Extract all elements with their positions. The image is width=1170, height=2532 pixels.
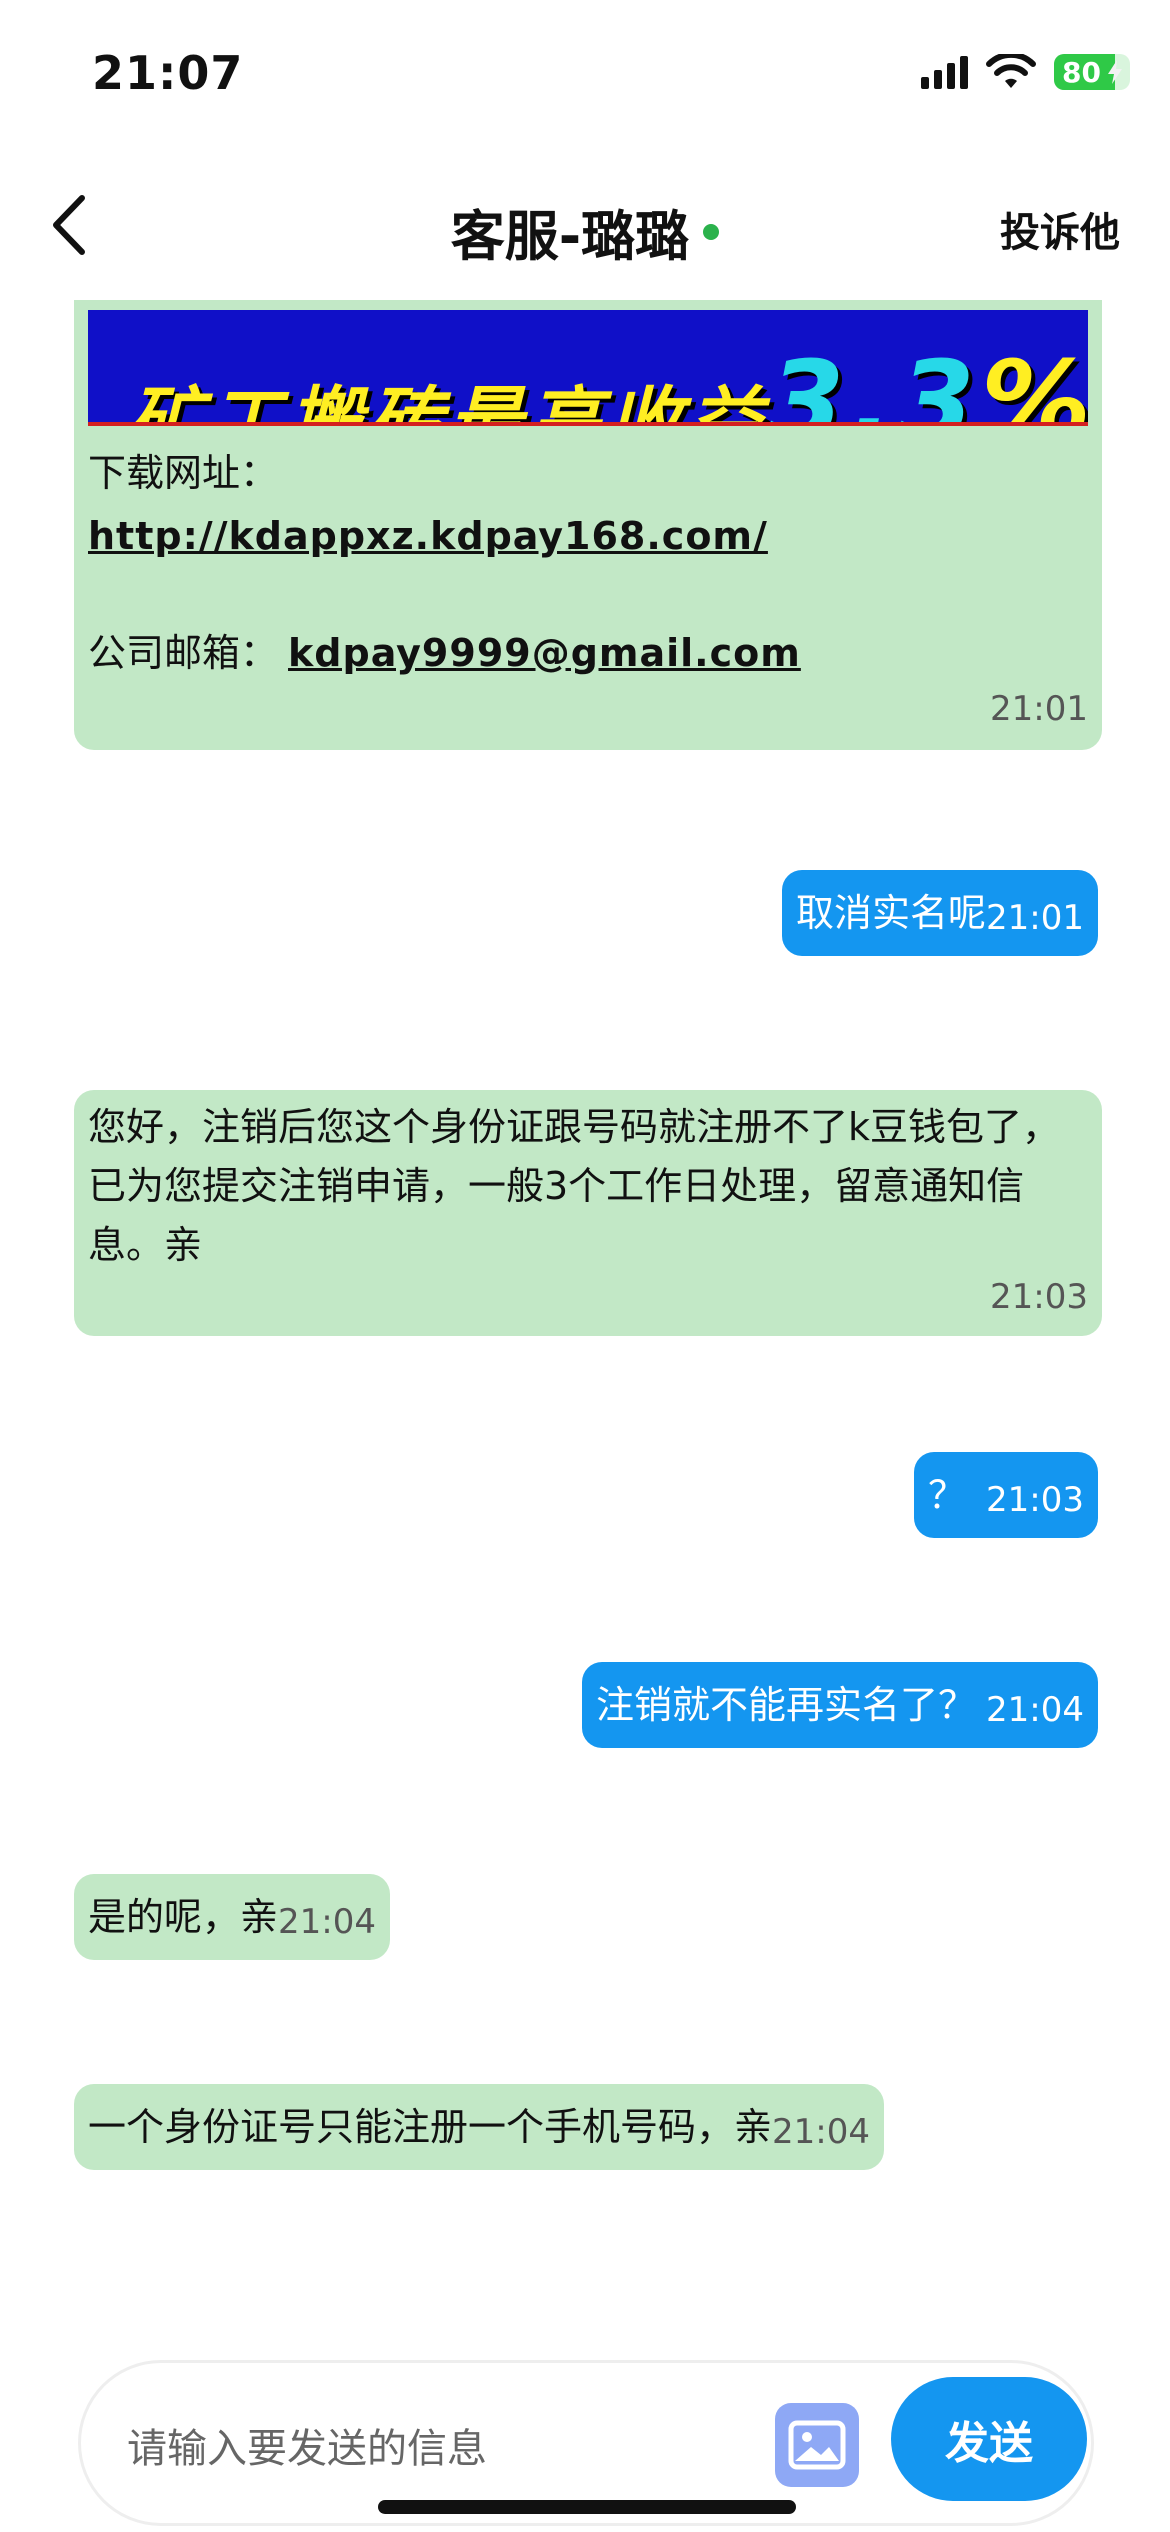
message-input[interactable]	[125, 2419, 685, 2479]
message-bubble-incoming[interactable]: 一个身份证号只能注册一个手机号码，亲 21:04	[74, 2084, 884, 2170]
message-text: 您好，注销后您这个身份证跟号码就注册不了k豆钱包了，已为您提交注销申请，一般3个…	[88, 1105, 1061, 1267]
message-text: ？	[928, 1473, 967, 1517]
banner-percent: 3.3	[768, 337, 981, 426]
email-link[interactable]: kdpay9999@gmail.com	[288, 631, 801, 675]
message-time: 21:04	[772, 2112, 870, 2152]
nav-bar: 客服-璐璐 投诉他	[0, 170, 1170, 280]
status-icons: 80	[921, 54, 1130, 90]
message-time: 21:03	[990, 1277, 1088, 1318]
chat-messages[interactable]: 矿工搬砖最高收益3.3% 下载网址： http://kdappxz.kdpay1…	[0, 300, 1170, 2330]
message-bubble-outgoing[interactable]: ？ 21:03	[914, 1452, 1098, 1538]
agent-name: 客服-璐璐	[450, 205, 690, 268]
message-bubble-incoming[interactable]: 矿工搬砖最高收益3.3% 下载网址： http://kdappxz.kdpay1…	[74, 300, 1102, 750]
message-text: 是的呢，亲	[88, 1895, 279, 1939]
status-time: 21:07	[92, 46, 244, 100]
wifi-icon	[986, 54, 1036, 88]
message-text: 取消实名呢	[796, 891, 987, 935]
message-time: 21:04	[278, 1902, 376, 1942]
banner-text: 矿工搬砖最高收益	[128, 379, 768, 426]
download-link[interactable]: http://kdappxz.kdpay168.com/	[88, 507, 1088, 566]
message-bubble-incoming[interactable]: 是的呢，亲 21:04	[74, 1874, 390, 1960]
message-time: 21:01	[990, 689, 1088, 730]
message-time: 21:01	[986, 898, 1084, 938]
image-icon	[788, 2420, 846, 2470]
message-bubble-outgoing[interactable]: 注销就不能再实名了？ 21:04	[582, 1662, 1098, 1748]
battery-icon: 80	[1054, 54, 1130, 90]
home-indicator[interactable]	[378, 2500, 796, 2514]
complain-button[interactable]: 投诉他	[1000, 200, 1120, 258]
message-bubble-outgoing[interactable]: 取消实名呢 21:01	[782, 870, 1098, 956]
charging-bolt-icon	[1108, 60, 1122, 84]
image-picker-button[interactable]	[775, 2403, 859, 2487]
download-label: 下载网址：	[88, 451, 279, 495]
battery-percent: 80	[1062, 55, 1101, 89]
online-status-dot	[703, 224, 720, 241]
message-time: 21:04	[986, 1690, 1084, 1730]
status-bar: 21:07 80	[0, 0, 1170, 150]
message-time: 21:03	[986, 1480, 1084, 1520]
email-row: 公司邮箱： kdpay9999@gmail.com	[88, 624, 1088, 683]
send-button[interactable]: 发送	[891, 2377, 1087, 2501]
promo-banner-image: 矿工搬砖最高收益3.3%	[88, 310, 1088, 426]
chat-title: 客服-璐璐	[0, 192, 1170, 271]
message-text: 注销就不能再实名了？	[596, 1683, 977, 1727]
email-label: 公司邮箱：	[88, 630, 279, 675]
cellular-signal-icon	[921, 55, 968, 89]
message-text: 一个身份证号只能注册一个手机号码，亲	[88, 2105, 773, 2149]
banner-percent-sign: %	[980, 337, 1088, 426]
message-bubble-incoming[interactable]: 您好，注销后您这个身份证跟号码就注册不了k豆钱包了，已为您提交注销申请，一般3个…	[74, 1090, 1102, 1336]
